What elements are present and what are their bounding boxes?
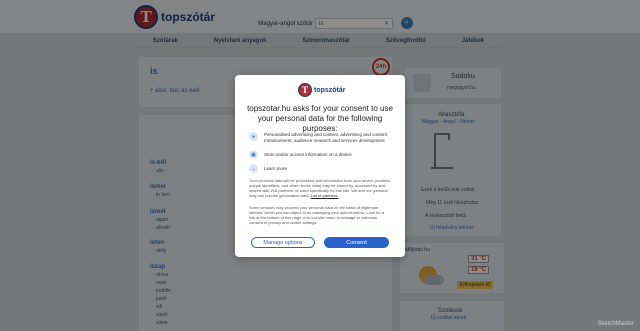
dialog-title: topszotar.hu asks for your consent to us… bbox=[247, 104, 393, 133]
chevron-down-icon: ⌄ bbox=[249, 164, 258, 173]
dialog-logo-text: topszótár bbox=[314, 86, 346, 94]
learn-more-label: Learn more bbox=[264, 166, 288, 171]
watermark: SketchMaster bbox=[597, 321, 634, 327]
purpose-text: Store and/or access information on a dev… bbox=[264, 152, 352, 157]
manage-options-button[interactable]: Manage options bbox=[251, 237, 315, 248]
consent-dialog: T topszótár topszotar.hu asks for your c… bbox=[235, 75, 405, 257]
dialog-logo: T topszótár bbox=[298, 83, 346, 97]
purpose-personalised-ads: ● Personalised advertising and content, … bbox=[249, 132, 395, 143]
legitimate-interest-notice: Some vendors may process your personal d… bbox=[249, 205, 385, 225]
dialog-logo-mark: T bbox=[298, 83, 312, 97]
data-processing-notice: Your personal data will be processed and… bbox=[249, 178, 391, 198]
person-icon: ● bbox=[249, 132, 258, 141]
purpose-device-storage: ▣ Store and/or access information on a d… bbox=[249, 150, 395, 159]
device-icon: ▣ bbox=[249, 150, 258, 159]
partners-link[interactable]: List of partners. bbox=[311, 193, 339, 198]
consent-button[interactable]: Consent bbox=[324, 237, 389, 248]
purpose-text: Personalised advertising and content, ad… bbox=[264, 132, 387, 143]
learn-more-toggle[interactable]: ⌄ Learn more bbox=[249, 164, 395, 173]
